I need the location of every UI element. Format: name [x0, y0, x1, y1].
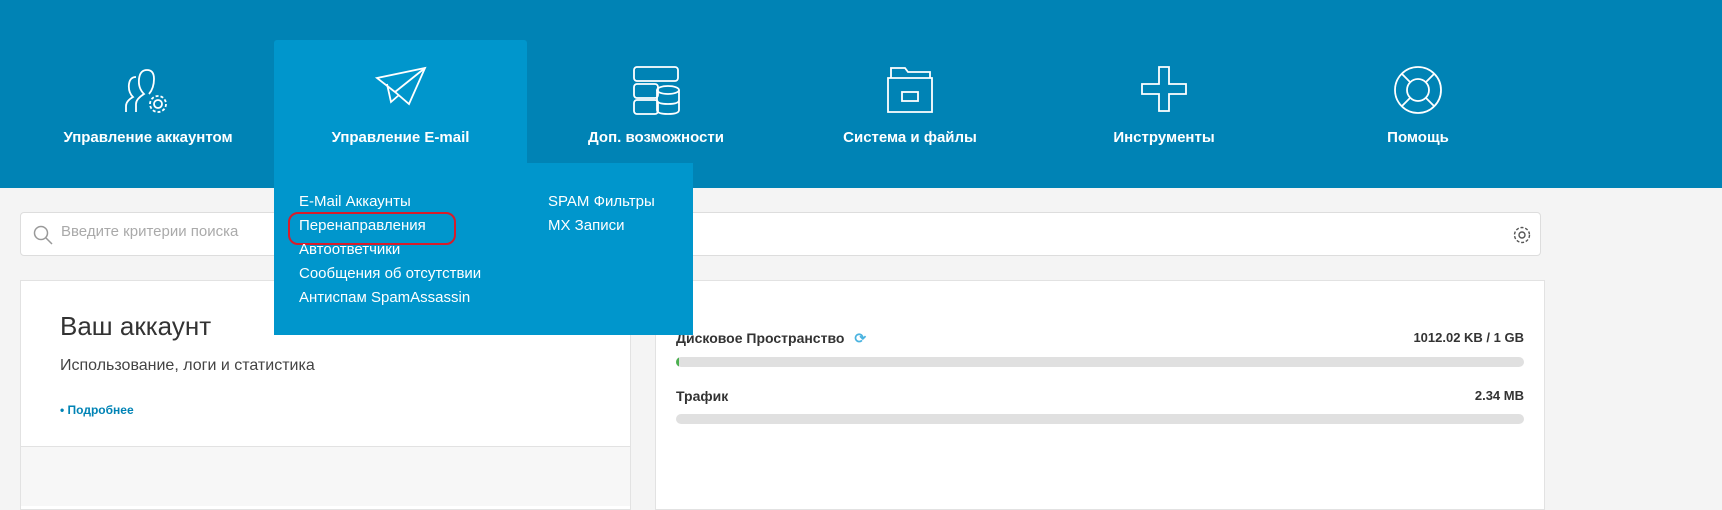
disk-label: Дисковое Пространство	[676, 330, 845, 346]
card-divider	[21, 446, 630, 506]
disk-usage-row: Дисковое Пространство ⟳ 1012.02 KB / 1 G…	[676, 330, 1524, 367]
disk-value: 1012.02 KB / 1 GB	[1413, 330, 1524, 345]
nav-label: Система и файлы	[843, 129, 977, 146]
traffic-progress-bar	[676, 414, 1524, 424]
menu-spam-filters[interactable]: SPAM Фильтры	[548, 190, 655, 214]
menu-autoresponders[interactable]: Автоответчики	[299, 238, 481, 262]
nav-extra-features[interactable]: Доп. возможности	[529, 40, 783, 163]
more-link[interactable]: • Подробнее	[60, 403, 134, 417]
nav-label: Управление аккаунтом	[63, 129, 233, 146]
nav-label: Помощь	[1387, 129, 1449, 146]
menu-vacation-messages[interactable]: Сообщения об отсутствии	[299, 262, 481, 286]
gear-icon[interactable]	[1512, 225, 1532, 245]
lifebuoy-icon	[1394, 66, 1442, 114]
search-icon	[33, 225, 53, 245]
plus-icon	[1141, 66, 1187, 112]
account-title: Ваш аккаунт	[60, 311, 212, 341]
nav-system-files[interactable]: Система и файлы	[783, 40, 1037, 163]
email-dropdown-menu: E-Mail Аккаунты Перенаправления Автоотве…	[274, 163, 693, 335]
disk-progress-bar	[676, 357, 1524, 367]
traffic-label: Трафик	[676, 388, 729, 404]
nav-label: Доп. возможности	[588, 129, 724, 146]
paper-plane-icon	[374, 66, 427, 106]
menu-forwarders[interactable]: Перенаправления	[287, 212, 481, 245]
server-database-icon	[633, 66, 680, 115]
nav-label: Инструменты	[1113, 129, 1215, 146]
traffic-value: 2.34 MB	[1474, 388, 1524, 403]
folder-icon	[887, 67, 933, 113]
menu-spamassassin[interactable]: Антиспам SpamAssassin	[299, 286, 481, 310]
nav-help[interactable]: Помощь	[1291, 40, 1545, 163]
refresh-icon[interactable]: ⟳	[854, 330, 866, 346]
users-gear-icon	[125, 69, 167, 113]
nav-email-management[interactable]: Управление E-mail	[274, 40, 527, 163]
traffic-row: Трафик 2.34 MB	[676, 388, 1524, 424]
nav-account-management[interactable]: Управление аккаунтом	[21, 40, 275, 163]
nav-tools[interactable]: Инструменты	[1037, 40, 1291, 163]
nav-label: Управление E-mail	[331, 129, 470, 146]
menu-mx-records[interactable]: MX Записи	[548, 214, 655, 238]
search-bar	[20, 212, 1541, 256]
top-navigation: Управление аккаунтом Управление E-mail Д…	[0, 0, 1722, 188]
menu-email-accounts[interactable]: E-Mail Аккаунты	[299, 190, 481, 214]
account-subtitle: Использование, логи и статистика	[60, 357, 315, 374]
disk-progress-fill	[676, 357, 679, 367]
usage-card: Дисковое Пространство ⟳ 1012.02 KB / 1 G…	[655, 280, 1545, 510]
